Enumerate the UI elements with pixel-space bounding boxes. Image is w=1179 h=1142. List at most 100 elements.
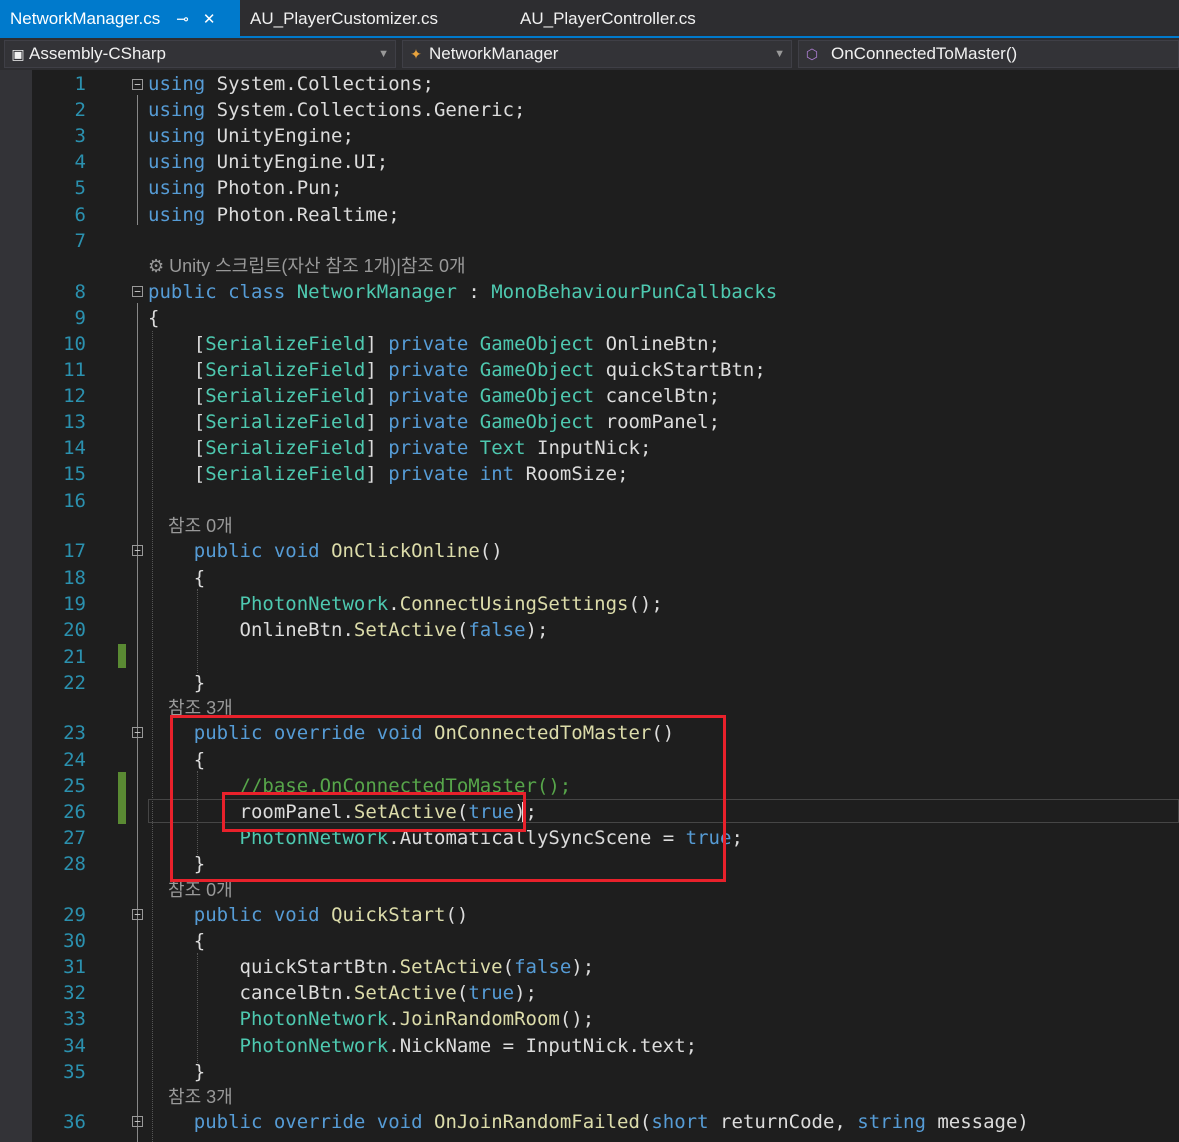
code-text: System.Collections.Generic;: [205, 99, 526, 121]
code-text: message): [925, 1111, 1029, 1133]
method-icon: ⬡: [805, 45, 819, 62]
line-number: 10: [63, 333, 86, 355]
code-line: [SerializeField] private GameObject canc…: [148, 385, 721, 407]
keyword: private: [388, 411, 469, 433]
type-name: PhotonNetwork: [239, 1008, 389, 1030]
code-line: {: [148, 565, 205, 591]
chevron-down-icon: ▼: [378, 48, 389, 60]
line-number: 29: [63, 904, 86, 926]
code-line: }: [148, 670, 205, 696]
line-number: 5: [74, 177, 86, 199]
line-number: 2: [74, 99, 86, 121]
keyword: public class: [148, 281, 286, 303]
keyword: using: [148, 125, 206, 147]
code-line: using Photon.Pun;: [148, 175, 342, 201]
class-name: NetworkManager: [296, 281, 457, 303]
keyword: false: [514, 956, 572, 978]
highlight-box-statement: [222, 792, 526, 832]
close-icon[interactable]: ✕: [203, 10, 216, 28]
keyword: using: [148, 177, 206, 199]
code-line: [SerializeField] private int RoomSize;: [148, 463, 629, 485]
pin-icon[interactable]: ⊸: [176, 10, 189, 28]
code-text: {: [193, 567, 206, 589]
codelens[interactable]: ⚙ Unity 스크립트(자산 참조 1개)|참조 0개: [148, 254, 466, 278]
keyword: string: [857, 1111, 926, 1133]
collapse-icon[interactable]: −: [132, 286, 143, 297]
line-number: 27: [63, 827, 86, 849]
code-text: .: [388, 1008, 400, 1030]
code-line: [SerializeField] private Text InputNick;: [148, 437, 652, 459]
line-number: 22: [63, 672, 86, 694]
line-number: 30: [63, 930, 86, 952]
codelens-text: 참조 3개: [168, 1087, 233, 1107]
code-text: }: [193, 672, 206, 694]
field-name: roomPanel;: [605, 411, 721, 433]
code-text: ();: [559, 1008, 595, 1030]
keyword: short: [651, 1111, 709, 1133]
line-number: 15: [63, 463, 86, 485]
code-line: {: [148, 307, 160, 329]
code-text: returnCode,: [708, 1111, 858, 1133]
collapse-icon[interactable]: −: [132, 79, 143, 90]
project-dropdown[interactable]: ▣ Assembly-CSharp ▼: [4, 40, 396, 68]
code-text: Photon.Pun;: [205, 177, 343, 199]
attribute: SerializeField: [205, 463, 366, 485]
unity-icon: ⚙: [148, 256, 170, 276]
tab-au-player-controller[interactable]: AU_PlayerController.cs: [510, 0, 770, 38]
type-name: PhotonNetwork: [239, 1035, 389, 1057]
codelens-text: Unity 스크립트(자산 참조 1개)|참조 0개: [169, 256, 466, 276]
keyword: using: [148, 99, 206, 121]
attribute: SerializeField: [205, 333, 366, 355]
line-number: 6: [74, 204, 86, 226]
keyword: public void: [193, 540, 320, 562]
collapse-icon[interactable]: −: [132, 909, 143, 920]
code-text: (: [456, 982, 469, 1004]
code-line: using UnityEngine.UI;: [148, 149, 388, 175]
line-number: 19: [63, 593, 86, 615]
type-dropdown[interactable]: ✦ NetworkManager ▼: [402, 40, 792, 68]
member-dropdown[interactable]: ⬡ OnConnectedToMaster(): [798, 40, 1179, 68]
code-editor[interactable]: − − − − − − 1 2 3 4 5 6 7 8 9 10 11 12 1…: [32, 70, 1179, 1142]
collapse-icon[interactable]: −: [132, 1116, 143, 1127]
field-name: InputNick;: [537, 437, 652, 459]
line-number: 9: [74, 307, 86, 329]
code-text: );: [514, 982, 537, 1004]
line-number: 20: [63, 619, 86, 641]
line-number: 33: [63, 1008, 86, 1030]
line-number: 28: [63, 853, 86, 875]
code-text: System.Collections;: [205, 73, 434, 95]
line-number: 35: [63, 1061, 86, 1083]
tab-au-player-customizer[interactable]: AU_PlayerCustomizer.cs: [240, 0, 510, 38]
line-number: 14: [63, 437, 86, 459]
code-line: {: [148, 928, 205, 954]
collapse-icon[interactable]: −: [132, 545, 143, 556]
codelens[interactable]: 참조 0개: [148, 514, 233, 538]
code-text: :: [456, 281, 492, 303]
tab-network-manager[interactable]: NetworkManager.cs ⊸ ✕: [0, 0, 240, 38]
code-line: public class NetworkManager : MonoBehavi…: [148, 279, 777, 305]
type-name: GameObject: [479, 359, 595, 381]
keyword: private: [388, 333, 469, 355]
line-number: 23: [63, 722, 86, 744]
code-line: PhotonNetwork.JoinRandomRoom();: [148, 1006, 595, 1032]
line-number: 4: [74, 151, 86, 173]
keyword: false: [468, 619, 526, 641]
codelens[interactable]: 참조 3개: [148, 1085, 233, 1109]
code-line: [SerializeField] private GameObject quic…: [148, 359, 766, 381]
code-line: quickStartBtn.SetActive(false);: [148, 954, 595, 980]
attribute: SerializeField: [205, 359, 366, 381]
type-name: int: [479, 463, 515, 485]
line-number: 36: [63, 1111, 86, 1133]
keyword: true: [468, 982, 515, 1004]
code-text: );: [571, 956, 595, 978]
codelens-text: 참조 0개: [168, 516, 233, 536]
line-number: 16: [63, 490, 86, 512]
collapse-icon[interactable]: −: [132, 727, 143, 738]
keyword: using: [148, 73, 206, 95]
method-name: ConnectUsingSettings: [399, 593, 629, 615]
code-text: cancelBtn.: [239, 982, 354, 1004]
document-tab-bar: NetworkManager.cs ⊸ ✕ AU_PlayerCustomize…: [0, 0, 1179, 38]
code-line: public void QuickStart(): [148, 902, 469, 928]
line-number: 18: [63, 567, 86, 589]
code-line: [SerializeField] private GameObject room…: [148, 411, 721, 433]
